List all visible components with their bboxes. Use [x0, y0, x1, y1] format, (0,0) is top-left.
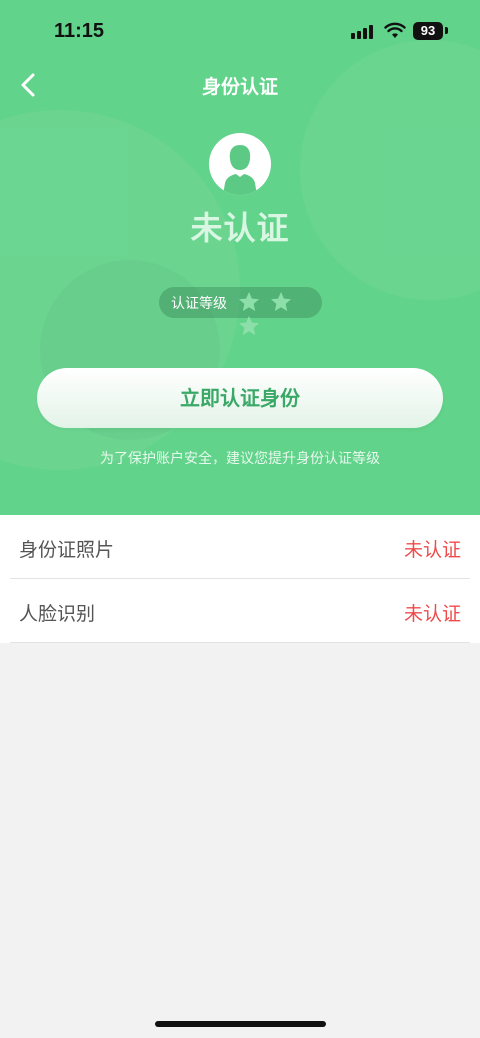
- level-stars: [237, 290, 322, 335]
- list-item-id-photo[interactable]: 身份证照片 未认证: [10, 515, 470, 579]
- list-item-status: 未认证: [403, 603, 461, 625]
- avatar: [209, 133, 271, 195]
- signal-icon: [351, 25, 377, 39]
- star-icon: [239, 292, 259, 311]
- star-icon: [271, 292, 292, 311]
- battery-indicator: 93: [413, 22, 443, 40]
- verify-identity-button[interactable]: 立即认证身份: [37, 368, 443, 428]
- home-indicator: [155, 1021, 326, 1027]
- hero-header: 11:15 93 身份认证 未认证 认证等级 立即认证身份 为了保护账户安全，建…: [0, 0, 480, 515]
- status-bar: 11:15 93: [0, 0, 480, 62]
- verification-level-badge: 认证等级: [159, 287, 322, 335]
- verification-status-title: 未认证: [190, 209, 290, 247]
- level-label: 认证等级: [171, 296, 227, 312]
- list-item-label: 人脸识别: [19, 603, 96, 625]
- star-icon: [239, 316, 259, 335]
- verification-items-list: 身份证照片 未认证 人脸识别 未认证: [0, 515, 480, 643]
- battery-tip: [445, 27, 448, 34]
- wifi-icon: [384, 22, 406, 38]
- page-title: 身份认证: [201, 76, 278, 98]
- list-item-label: 身份证照片: [19, 539, 115, 561]
- list-item-status: 未认证: [403, 539, 461, 561]
- user-silhouette-icon: [223, 145, 257, 195]
- security-tip: 为了保护账户安全，建议您提升身份认证等级: [100, 451, 380, 467]
- list-item-face-recognition[interactable]: 人脸识别 未认证: [10, 579, 470, 643]
- status-time: 11:15: [54, 20, 105, 42]
